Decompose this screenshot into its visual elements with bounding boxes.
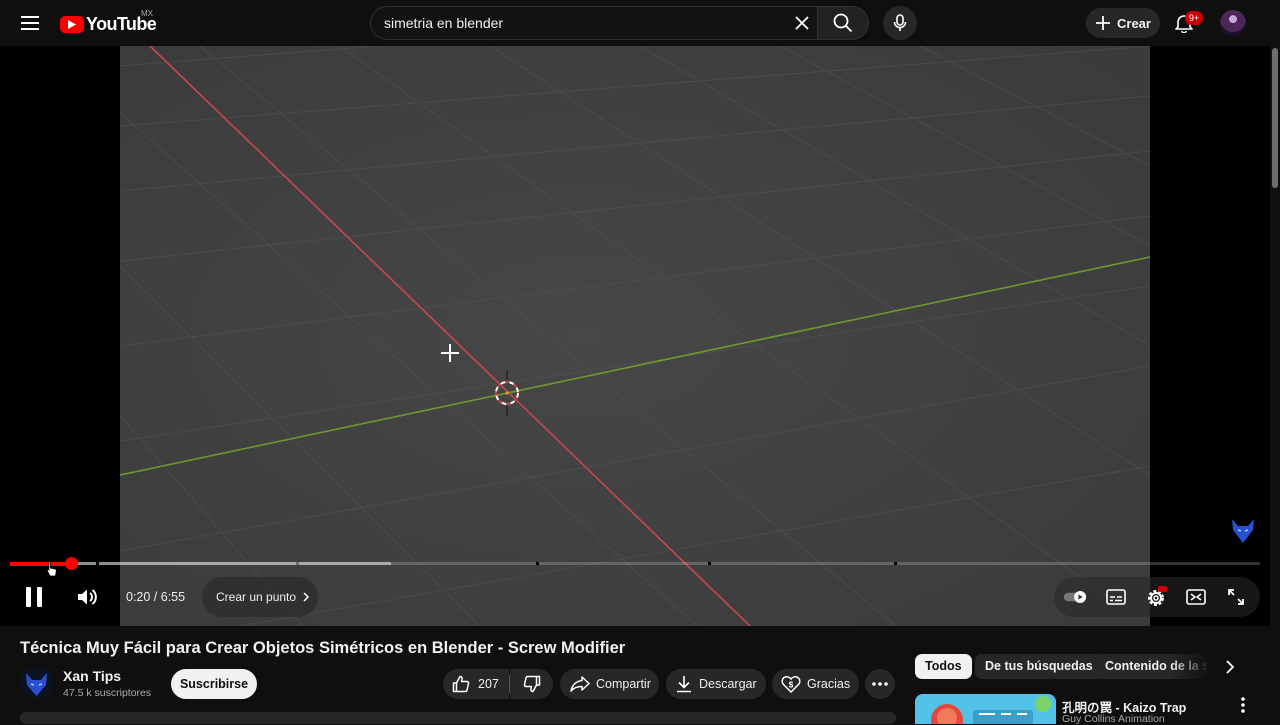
share-label: Compartir: [596, 677, 651, 691]
chevron-right-icon[interactable]: [1218, 655, 1242, 679]
share-button[interactable]: Compartir: [560, 669, 659, 699]
autoplay-toggle-icon[interactable]: [1063, 585, 1087, 609]
time-display: 0:20 / 6:55: [126, 590, 186, 604]
mouse-cursor-icon: [46, 560, 57, 577]
pause-button[interactable]: [16, 579, 52, 615]
subtitles-icon[interactable]: [1104, 585, 1128, 609]
create-label: Crear: [1117, 15, 1151, 31]
more-actions-icon[interactable]: [865, 669, 895, 699]
subscribe-button[interactable]: Suscribirse: [171, 669, 257, 699]
volume-icon: [78, 589, 97, 605]
chip-from-searches[interactable]: De tus búsquedas: [975, 654, 1103, 679]
create-button[interactable]: Crear: [1086, 8, 1160, 38]
like-count: 207: [478, 677, 499, 691]
search-input[interactable]: simetria en blender: [384, 15, 503, 31]
video-title: Técnica Muy Fácil para Crear Objetos Sim…: [20, 639, 626, 657]
description-box[interactable]: [20, 712, 896, 724]
thumbs-down-icon: [523, 675, 540, 693]
scrubber-handle[interactable]: [65, 557, 78, 570]
user-avatar[interactable]: [1220, 10, 1246, 36]
dislike-button[interactable]: [510, 669, 553, 699]
plus-icon: [1096, 16, 1110, 30]
top-bar: YouTube MX simetria en blender Crear 9+: [0, 0, 1280, 46]
video-player[interactable]: 0:20 / 6:55 Crear un punto: [0, 46, 1270, 626]
thumbs-up-icon: [452, 675, 470, 693]
subscriber-count: 47.5 k suscriptores: [63, 687, 152, 699]
buffered-bar: [99, 562, 391, 565]
pause-icon: [26, 587, 42, 607]
notification-badge: 9+: [1185, 11, 1203, 25]
share-icon: [570, 676, 590, 692]
search-box[interactable]: simetria en blender: [370, 6, 817, 40]
video-frame: [120, 46, 1150, 626]
fullscreen-icon[interactable]: [1224, 585, 1248, 609]
chip-fade: [1170, 654, 1210, 679]
thanks-label: Gracias: [807, 677, 851, 691]
chapter-button[interactable]: Crear un punto: [202, 577, 318, 617]
like-button[interactable]: 207: [443, 669, 509, 699]
clear-search-icon[interactable]: [788, 9, 816, 37]
player-right-controls: [1054, 577, 1260, 617]
download-button[interactable]: Descargar: [666, 669, 766, 699]
chevron-right-icon: [303, 592, 310, 602]
search-button[interactable]: [817, 6, 869, 40]
related-video-channel[interactable]: Guy Collins Animation: [1062, 713, 1165, 725]
settings-gear-icon[interactable]: [1144, 585, 1168, 609]
wolf-watermark-icon: [1228, 516, 1258, 546]
svg-text:$: $: [789, 681, 794, 690]
thanks-button[interactable]: $ Gracias: [772, 669, 859, 699]
chapter-label: Crear un punto: [216, 590, 297, 604]
scrollbar-thumb[interactable]: [1272, 48, 1278, 188]
menu-icon[interactable]: [14, 7, 46, 39]
channel-avatar[interactable]: [20, 667, 53, 700]
search-icon: [833, 13, 853, 33]
thanks-heart-icon: $: [781, 675, 801, 693]
youtube-logo[interactable]: YouTube MX: [60, 9, 157, 36]
volume-button[interactable]: [72, 579, 104, 615]
chip-all[interactable]: Todos: [915, 654, 972, 679]
download-label: Descargar: [699, 677, 757, 691]
country-code: MX: [141, 9, 153, 18]
miniplayer-icon[interactable]: [1184, 585, 1208, 609]
vertical-dots-menu-icon[interactable]: [1232, 694, 1254, 716]
channel-name[interactable]: Xan Tips: [63, 668, 121, 684]
microphone-icon[interactable]: [883, 6, 917, 40]
download-icon: [677, 676, 691, 693]
played-bar: [10, 562, 72, 566]
play-logo-icon: [60, 15, 84, 33]
